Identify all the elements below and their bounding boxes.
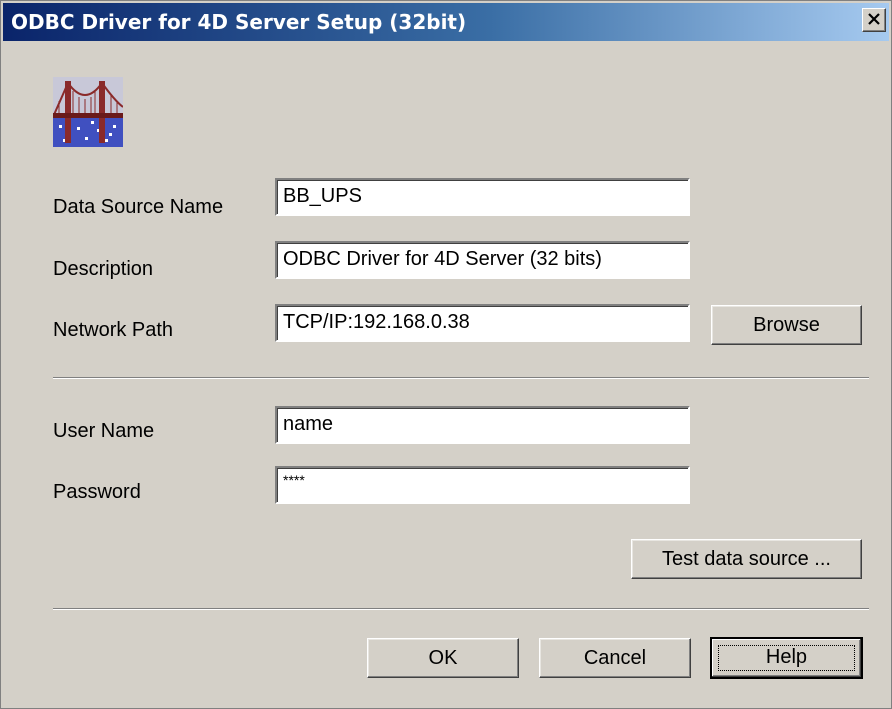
title-bar[interactable]: ODBC Driver for 4D Server Setup (32bit) — [3, 3, 889, 41]
help-button[interactable]: Help — [710, 637, 863, 679]
close-icon — [868, 13, 880, 25]
window-title: ODBC Driver for 4D Server Setup (32bit) — [11, 10, 467, 34]
focus-rectangle — [718, 645, 855, 671]
ok-button[interactable]: OK — [367, 638, 519, 678]
password-input[interactable]: **** — [275, 466, 690, 504]
cancel-label: Cancel — [583, 647, 647, 669]
dsn-label: Data Source Name — [53, 196, 224, 218]
description-label: Description — [53, 258, 154, 280]
separator-bottom — [53, 608, 869, 610]
browse-button[interactable]: Browse — [711, 305, 862, 345]
username-input[interactable]: name — [275, 406, 690, 444]
test-data-source-button[interactable]: Test data source ... — [631, 539, 862, 579]
username-label: User Name — [53, 420, 155, 442]
cancel-button[interactable]: Cancel — [539, 638, 691, 678]
description-input[interactable]: ODBC Driver for 4D Server (32 bits) — [275, 241, 690, 279]
network-path-input[interactable]: TCP/IP:192.168.0.38 — [275, 304, 690, 342]
dsn-input[interactable]: BB_UPS — [275, 178, 690, 216]
password-label: Password — [53, 481, 141, 503]
separator-top — [53, 377, 869, 379]
network-path-label: Network Path — [53, 319, 174, 341]
close-button[interactable] — [862, 8, 886, 32]
setup-dialog: ODBC Driver for 4D Server Setup (32bit) — [0, 0, 892, 709]
odbc-bridge-icon — [52, 77, 124, 147]
